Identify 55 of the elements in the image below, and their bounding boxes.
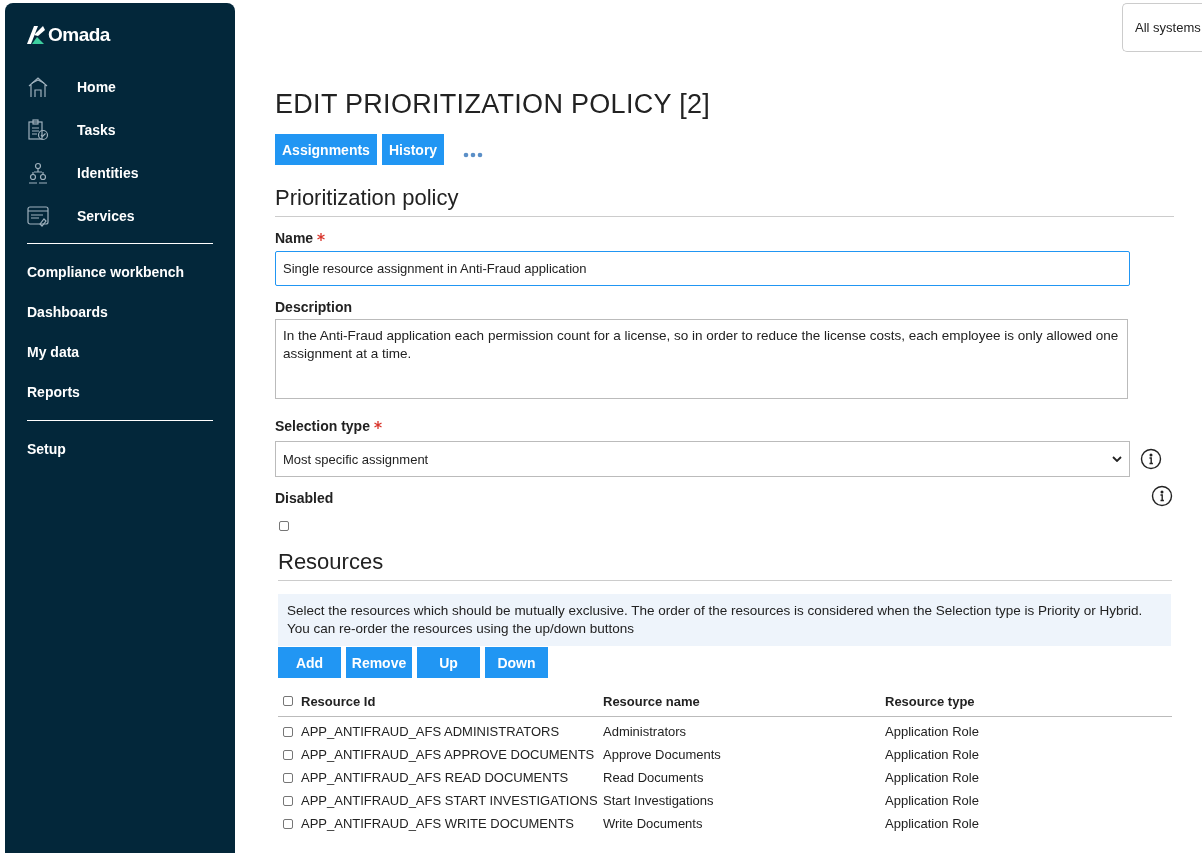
description-field[interactable]: In the Anti-Fraud application each permission count for a license, so in order to reduce the license costs, each employee is only allowed one assignment at a time. [275,319,1128,399]
browser-window-icon [27,204,49,227]
nav-link[interactable]: Tasks [77,121,116,138]
nav-link[interactable]: Identities [77,164,139,181]
nav-link[interactable]: Home [77,78,116,95]
row-checkbox[interactable] [283,795,293,806]
table-cell-text: Application Role [885,816,980,831]
field-label: Description [275,299,352,315]
nav-link[interactable]: Setup [5,429,235,469]
nav-link[interactable]: Services [77,207,135,224]
table-cell-text: Application Role [885,747,980,762]
nav-link[interactable]: Dashboards [5,292,235,332]
table-cell-text: APP_ANTIFRAUD_AFS READ DOCUMENTS [301,770,570,785]
section-title: Prioritization policy [275,185,1174,217]
info-icon[interactable] [1140,448,1162,470]
row-checkbox[interactable] [283,749,293,760]
field-label: Selection type [275,418,370,434]
table-cell-text: Start Investigations [603,793,715,808]
nav-link[interactable]: Compliance workbench [5,252,235,292]
nav-link[interactable]: Reports [5,372,235,412]
column-header: Resource Id [301,693,377,709]
info-message: Select the resources which should be mutually exclusive. The order of the resources is considered when the Selection type is Priority or Hybrid. You can re-order the resources using the up/down buttons [278,594,1171,646]
field-label: Name [275,230,314,246]
clipboard-check-icon [27,118,49,141]
column-header: Resource name [603,693,701,709]
people-hierarchy-icon [27,161,49,184]
home-icon [27,75,49,98]
table-cell-text: APP_ANTIFRAUD_AFS START INVESTIGATIONS [301,793,599,808]
section-title: Resources [278,549,1172,581]
table-cell-text: Application Role [885,724,980,739]
info-icon[interactable] [1151,485,1173,507]
table-cell-text: Application Role [885,793,980,808]
table-cell-text: Read Documents [603,770,705,785]
caret-icon [1112,456,1122,462]
more-icon[interactable] [463,151,484,158]
table-cell-text: APP_ANTIFRAUD_AFS ADMINISTRATORS [301,724,561,739]
table-cell-text: Application Role [885,770,980,785]
logo-icon [25,26,45,44]
row-checkbox[interactable] [283,726,293,737]
table-cell-text: Write Documents [603,816,704,831]
column-header: Resource type [885,693,976,709]
nav-link[interactable]: My data [5,332,235,372]
table-cell-text: APP_ANTIFRAUD_AFS WRITE DOCUMENTS [301,816,576,831]
row-checkbox[interactable] [283,772,293,783]
select-all-checkbox[interactable] [283,696,293,706]
row-checkbox[interactable] [283,818,293,829]
logo-text: Omada [48,24,110,46]
name-field[interactable]: Single resource assignment in Anti-Fraud application [275,251,1130,286]
table-cell-text: Approve Documents [603,747,722,762]
system-filter[interactable]: All systems [1122,3,1202,52]
table-cell-text: APP_ANTIFRAUD_AFS APPROVE DOCUMENTS [301,747,596,762]
field-label: Disabled [275,490,334,506]
page-title: EDIT PRIORITIZATION POLICY [2] [275,88,712,120]
table-cell-text: Administrators [603,724,688,739]
selection-type-dropdown[interactable]: Most specific assignment [275,441,1130,477]
